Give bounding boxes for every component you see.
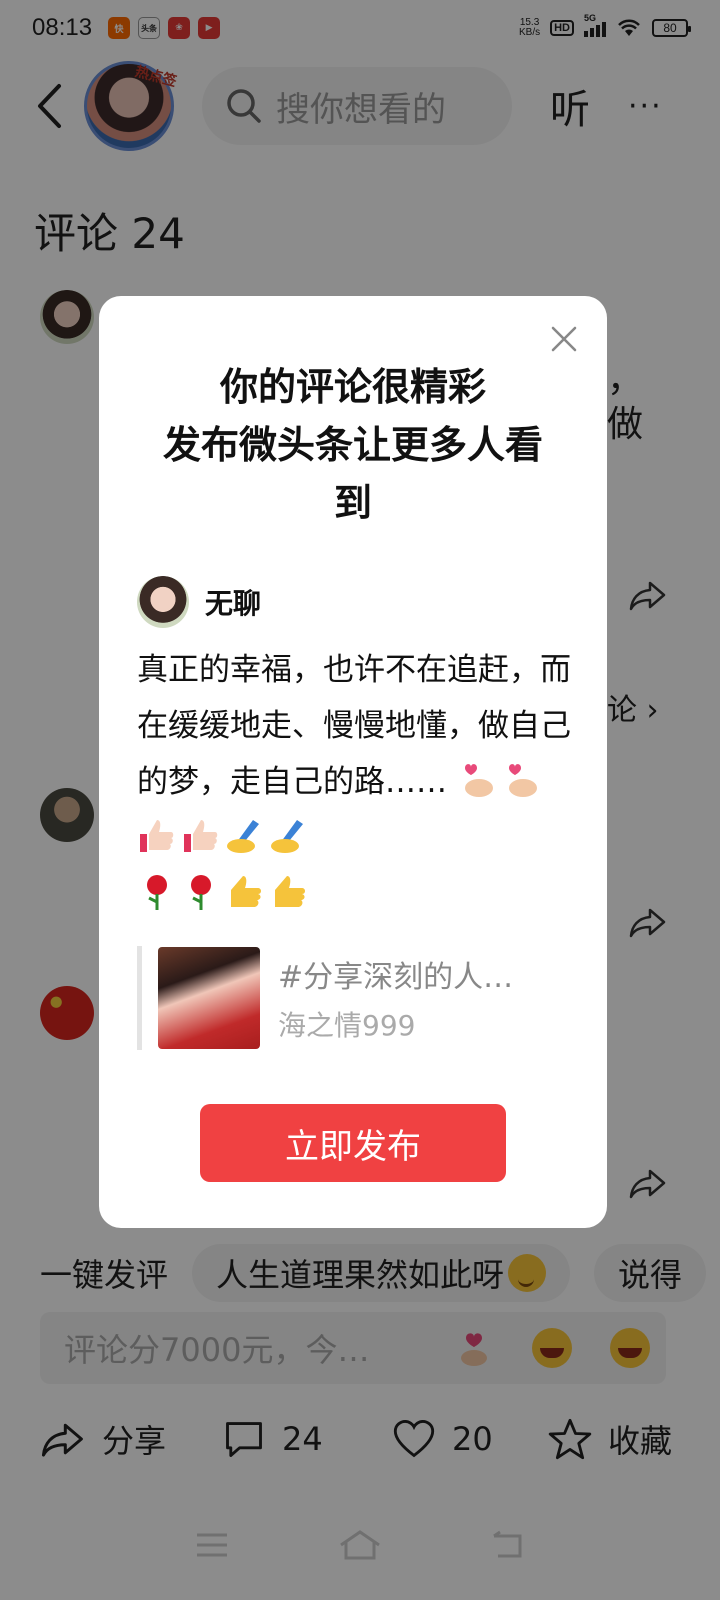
avatar <box>137 576 189 628</box>
quoted-article-text: #分享深刻的人… 海之情999 <box>278 952 513 1044</box>
rose-icon <box>191 875 211 910</box>
comment-author: 无聊 <box>137 576 261 628</box>
comment-preview: 真正的幸福，也许不在追赶，而在缓缓地走、慢慢地懂，做自己的梦，走自己的路…… <box>137 642 577 922</box>
thumbs-up-icon <box>275 876 305 907</box>
publish-button[interactable]: 立即发布 <box>200 1104 506 1182</box>
dialog-title: 你的评论很精彩 发布微头条让更多人看 到 <box>129 358 577 532</box>
finger-heart-icon <box>508 764 537 797</box>
dialog-title-line: 到 <box>333 481 372 525</box>
writing-hand-icon <box>227 820 259 853</box>
rose-icon <box>147 875 167 910</box>
author-name: 无聊 <box>205 587 262 620</box>
thumbs-up-icon <box>231 876 261 907</box>
article-title: #分享深刻的人… <box>278 960 514 995</box>
dialog-title-line: 发布微头条让更多人看 <box>162 423 543 467</box>
dialog-title-line: 你的评论很精彩 <box>219 365 486 409</box>
article-author: 海之情999 <box>278 1009 416 1042</box>
article-thumbnail <box>158 947 260 1049</box>
quoted-article[interactable]: #分享深刻的人… 海之情999 <box>137 946 567 1050</box>
emoji-row <box>137 866 577 922</box>
writing-hand-icon <box>271 820 303 853</box>
thumbs-up-icon <box>184 820 218 852</box>
thumbs-up-icon <box>140 820 174 852</box>
publish-dialog: 你的评论很精彩 发布微头条让更多人看 到 无聊 真正的幸福，也许不在追赶，而在缓… <box>99 296 607 1228</box>
close-icon[interactable] <box>547 322 581 356</box>
finger-heart-icon <box>464 764 493 797</box>
